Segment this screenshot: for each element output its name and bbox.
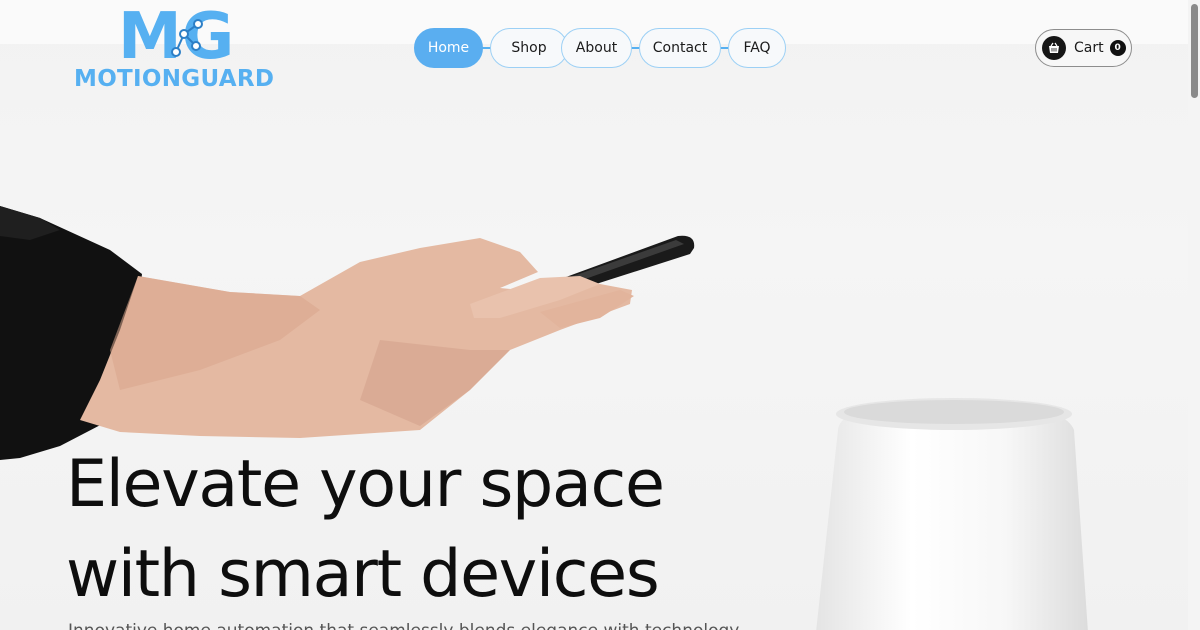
- motionguard-logo-icon: MG: [118, 2, 234, 62]
- shopping-basket-icon: [1042, 36, 1066, 60]
- hero-subtitle: Innovative home automation that seamless…: [68, 620, 768, 630]
- hero-heading: Elevate your space with smart devices: [66, 440, 766, 620]
- hero-heading-line1: Elevate your space: [66, 447, 665, 522]
- brand-name: MOTIONGUARD: [74, 66, 275, 92]
- scrollbar-thumb[interactable]: [1191, 4, 1198, 98]
- nav-about[interactable]: About: [561, 28, 632, 68]
- cart-label: Cart: [1074, 40, 1104, 56]
- smart-speaker-image: [816, 398, 1088, 630]
- hero-heading-line2: with smart devices: [66, 537, 660, 612]
- cart-count-badge: 0: [1109, 40, 1126, 56]
- cart-button[interactable]: Cart 0: [1035, 29, 1132, 67]
- nav-shop[interactable]: Shop: [490, 28, 568, 68]
- nav-contact[interactable]: Contact: [639, 28, 721, 68]
- brand-logo[interactable]: MG MOTIONGUARD: [72, 2, 288, 94]
- page-scrollbar[interactable]: [1188, 0, 1200, 630]
- nav-faq[interactable]: FAQ: [728, 28, 786, 68]
- hero-section: Elevate your space with smart devices In…: [0, 0, 1200, 630]
- hand-holding-phone-image: [0, 206, 695, 460]
- nav-home[interactable]: Home: [414, 28, 483, 68]
- main-nav: Home Shop About Contact FAQ: [414, 28, 788, 68]
